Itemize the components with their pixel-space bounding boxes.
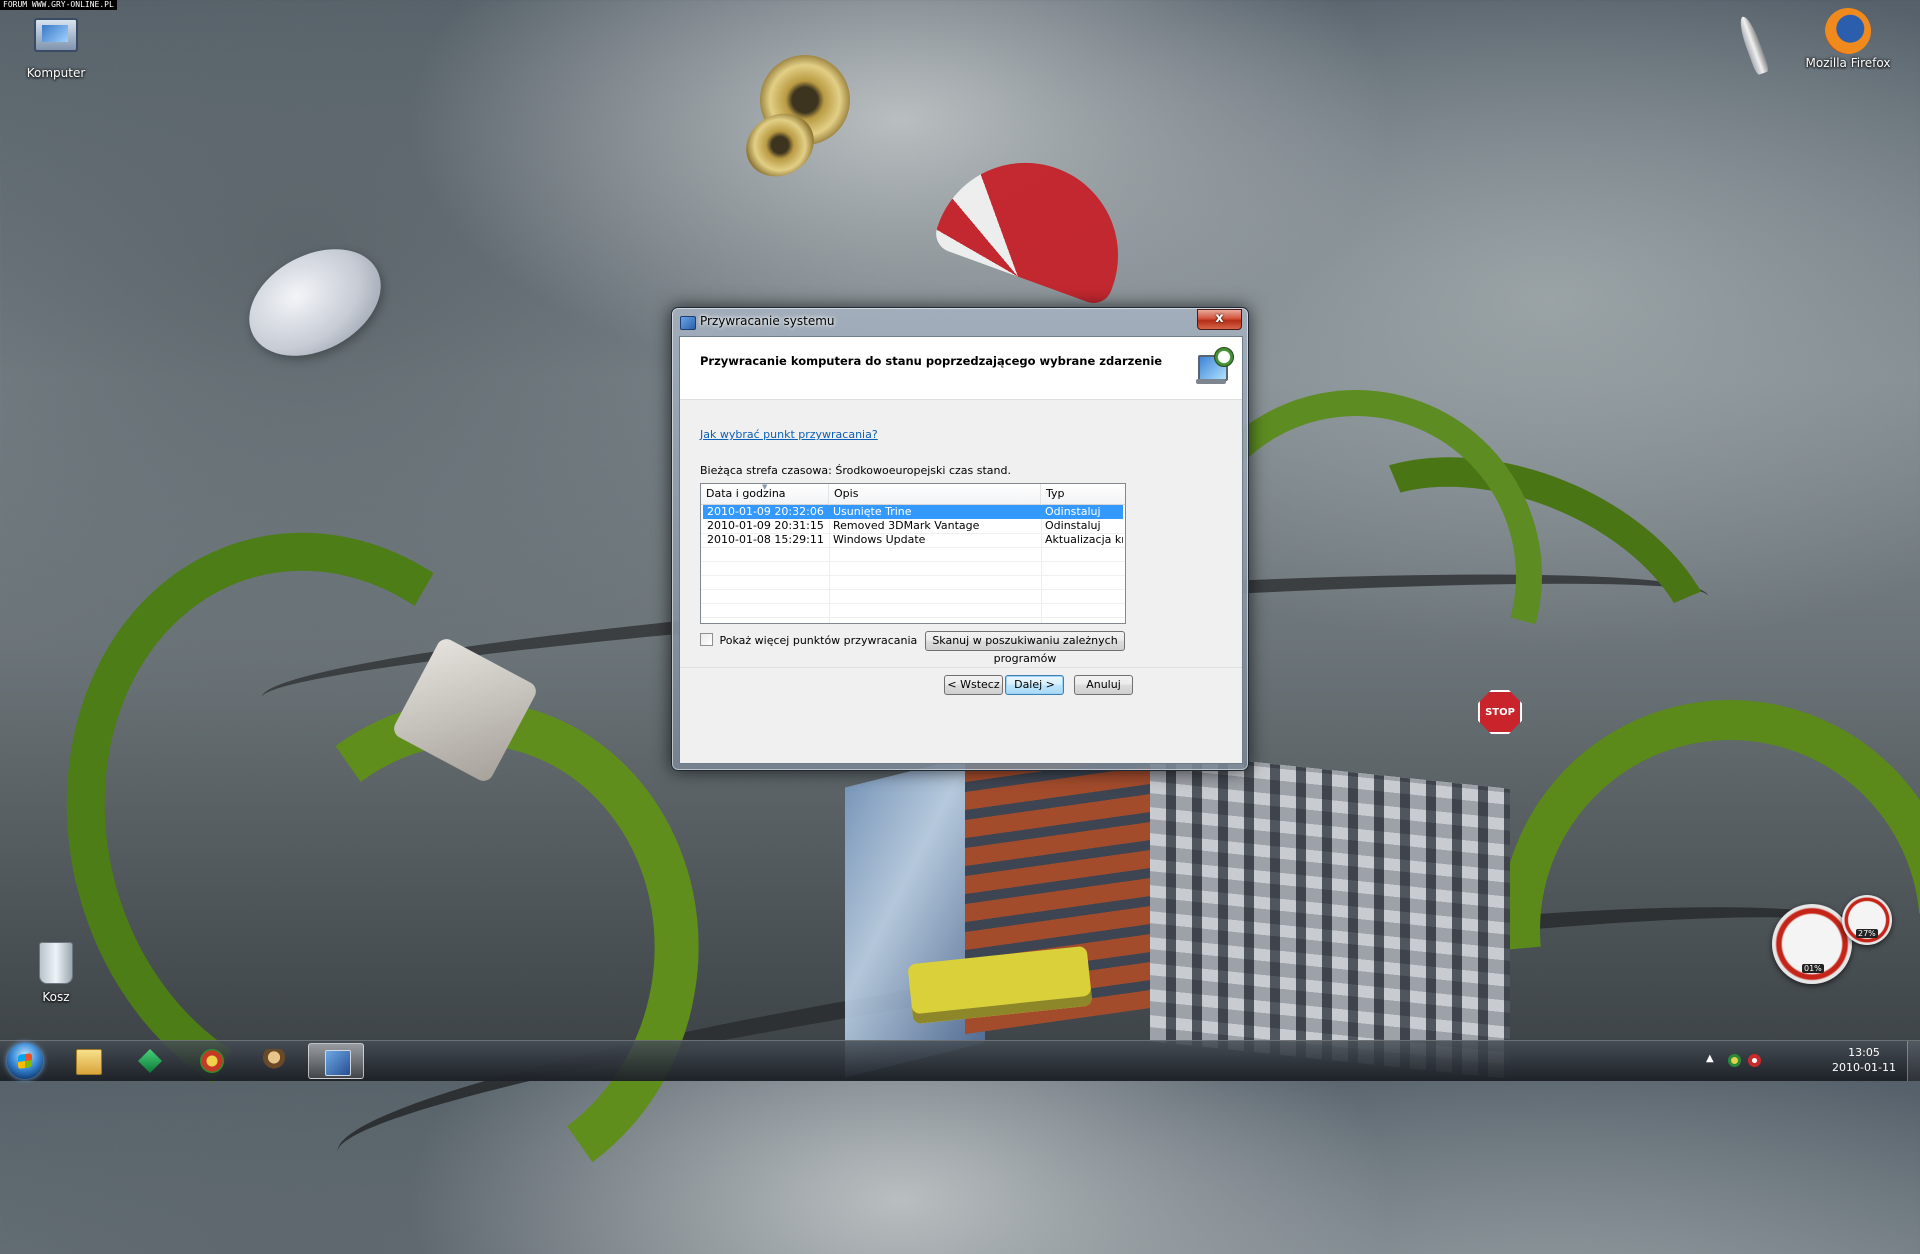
column-header-label: Typ — [1046, 487, 1065, 500]
sims-icon — [138, 1049, 162, 1073]
taskbar-item-sims[interactable] — [122, 1043, 178, 1079]
wallpaper-tram — [907, 945, 1093, 1025]
cell-type: Aktualizacja kryt… — [1045, 533, 1123, 546]
security-icon[interactable] — [1748, 1054, 1761, 1067]
scan-affected-programs-button[interactable]: Skanuj w poszukiwaniu zależnych programó… — [925, 631, 1125, 665]
start-button[interactable] — [7, 1043, 43, 1079]
close-icon: x — [1215, 311, 1224, 326]
list-header: Data i godzina ▼ Opis Typ — [701, 484, 1125, 505]
restore-computer-icon — [1194, 347, 1234, 387]
help-link[interactable]: Jak wybrać punkt przywracania? — [700, 428, 878, 441]
cpu-usage-label: 01% — [1802, 964, 1824, 973]
wallpaper-vine — [1251, 398, 1769, 832]
cell-date: 2010-01-08 15:29:11 — [707, 533, 824, 546]
wallpaper-building — [1150, 751, 1510, 1079]
taskbar-item-character[interactable] — [246, 1043, 302, 1079]
back-button[interactable]: < Wstecz — [944, 675, 1003, 695]
table-row[interactable]: 2010-01-08 15:29:11 Windows Update Aktua… — [703, 533, 1123, 547]
computer-icon — [33, 18, 79, 64]
cell-type: Odinstaluj — [1045, 519, 1101, 532]
taskbar-item-explorer[interactable] — [60, 1043, 116, 1079]
desktop-icon-computer[interactable]: Komputer — [10, 10, 102, 80]
wallpaper-building — [965, 735, 1165, 1035]
table-row[interactable]: 2010-01-09 20:31:15 Removed 3DMark Vanta… — [703, 519, 1123, 533]
wallpaper-horn — [734, 101, 826, 189]
cell-type: Odinstaluj — [1045, 505, 1101, 518]
window-title: Przywracanie systemu — [700, 314, 835, 328]
clock-date: 2010-01-11 — [1832, 1061, 1896, 1074]
desktop-icon-label: Komputer — [26, 66, 86, 80]
desktop-icon-label: Kosz — [42, 990, 70, 1004]
recycle-bin-icon — [33, 942, 79, 988]
wallpaper-vine — [189, 663, 739, 1245]
wallpaper-building — [845, 752, 985, 1078]
notification-area: ▲ 13:05 2010-01-11 — [1690, 1041, 1920, 1081]
system-restore-icon — [680, 316, 696, 330]
cell-date: 2010-01-09 20:31:15 — [707, 519, 824, 532]
taskbar-item-game[interactable] — [184, 1043, 240, 1079]
wallpaper-stop-sign: STOP — [1478, 690, 1522, 734]
dialog-header: Przywracanie komputera do stanu poprzedz… — [680, 337, 1242, 400]
system-restore-dialog: Przywracanie systemu x Przywracanie komp… — [671, 307, 1249, 771]
desktop-icon-firefox[interactable]: Mozilla Firefox — [1802, 8, 1894, 70]
wallpaper-horn — [760, 55, 850, 145]
cell-description: Usunięte Trine — [833, 505, 912, 518]
wallpaper-graffiti-bus — [390, 635, 540, 785]
firefox-icon — [1825, 8, 1871, 54]
system-restore-icon — [325, 1050, 351, 1076]
show-hidden-icons-icon[interactable]: ▲ — [1706, 1053, 1714, 1064]
column-header-date[interactable]: Data i godzina ▼ — [701, 484, 829, 504]
clock-time: 13:05 — [1848, 1046, 1880, 1059]
cell-date: 2010-01-09 20:32:06 — [707, 505, 824, 518]
cpu-meter-gadget[interactable]: 01% — [1772, 904, 1852, 984]
column-header-type[interactable]: Typ — [1041, 484, 1125, 504]
dialog-client-area: Przywracanie komputera do stanu poprzedz… — [679, 336, 1243, 764]
desktop-icon-recycle-bin[interactable]: Kosz — [10, 942, 102, 1004]
folder-icon — [76, 1049, 102, 1075]
cell-description: Windows Update — [833, 533, 926, 546]
wallpaper-umbrella — [930, 136, 1145, 309]
game-icon — [200, 1049, 224, 1073]
sort-arrow-icon: ▼ — [762, 483, 768, 491]
watermark: FORUM WWW.GRY-ONLINE.PL — [0, 0, 117, 10]
cancel-button[interactable]: Anuluj — [1074, 675, 1133, 695]
cell-description: Removed 3DMark Vantage — [833, 519, 980, 532]
show-desktop-button[interactable] — [1907, 1041, 1920, 1081]
restore-points-list[interactable]: Data i godzina ▼ Opis Typ 2010-01-09 20:… — [700, 483, 1126, 624]
network-icon[interactable] — [1728, 1054, 1741, 1067]
desktop-icon-label: Mozilla Firefox — [1805, 56, 1891, 70]
show-more-label: Pokaż więcej punktów przywracania — [719, 634, 918, 647]
table-row[interactable]: 2010-01-09 20:32:06 Usunięte Trine Odins… — [703, 505, 1123, 519]
show-more-checkbox[interactable] — [700, 633, 713, 646]
next-button[interactable]: Dalej > — [1005, 675, 1064, 695]
taskbar-clock[interactable]: 13:05 2010-01-11 — [1830, 1045, 1898, 1075]
close-button[interactable]: x — [1197, 309, 1242, 330]
timezone-text: Bieżąca strefa czasowa: Środkowoeuropejs… — [700, 464, 1011, 477]
show-more-checkbox-row[interactable]: Pokaż więcej punktów przywracania — [700, 633, 917, 647]
taskbar: ▲ 13:05 2010-01-11 — [0, 1040, 1920, 1081]
column-header-label: Opis — [834, 487, 859, 500]
memory-meter-gadget[interactable]: 27% — [1842, 895, 1892, 945]
memory-usage-label: 27% — [1856, 929, 1878, 938]
character-icon — [262, 1049, 286, 1073]
wallpaper-blimp — [230, 227, 400, 378]
dialog-titlebar[interactable]: Przywracanie systemu x — [672, 308, 1248, 336]
header-title: Przywracanie komputera do stanu poprzedz… — [700, 354, 1163, 368]
wallpaper-rocket — [1736, 14, 1770, 76]
taskbar-item-system-restore[interactable] — [308, 1043, 364, 1079]
column-header-label: Data i godzina — [706, 487, 786, 500]
column-header-description[interactable]: Opis — [829, 484, 1041, 504]
